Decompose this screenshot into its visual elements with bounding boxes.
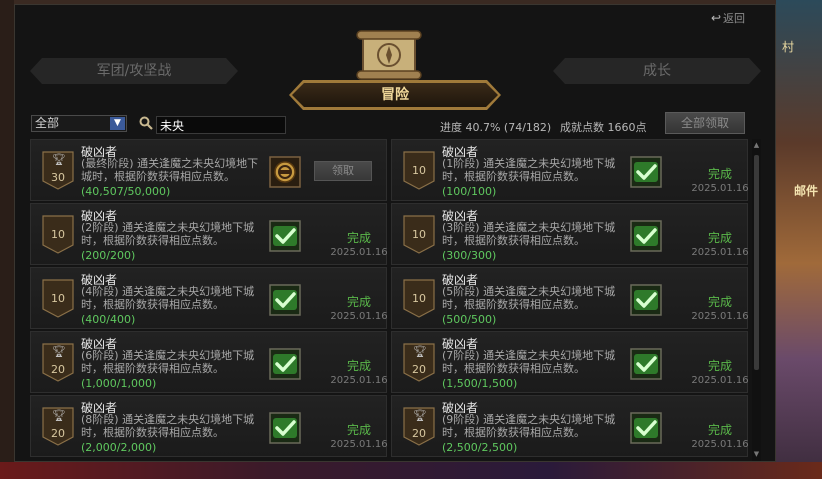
tab-legion[interactable]: 军团/攻坚战	[30, 58, 238, 84]
achievement-description: (4阶段) 通关逢魔之未央幻境地下城时，根据阶数获得相应点数。	[81, 285, 255, 311]
tab-adventure[interactable]: 冒险	[289, 80, 501, 110]
check-reward-icon	[630, 156, 662, 188]
claim-all-button[interactable]: 全部领取	[665, 112, 745, 134]
achievement-points-badge	[42, 279, 74, 318]
completed-date: 2025.01.16	[691, 183, 749, 194]
village-label: 村	[782, 40, 795, 54]
completed-status: 完成	[707, 167, 732, 181]
achievement-card: 10 破凶者 (2阶段) 通关逢魔之未央幻境地下城时，根据阶数获得相应点数。 (200…	[30, 203, 388, 265]
check-reward-icon	[630, 220, 662, 252]
achievement-card: 🏆︎ 20 破凶者 (7阶段) 通关逢魔之未央幻境地下城时，根据阶数获得相应点数。 (1…	[391, 331, 749, 393]
completed-date: 2025.01.16	[691, 247, 749, 258]
achievement-points-badge	[42, 215, 74, 254]
completed-date: 2025.01.16	[691, 311, 749, 322]
achievement-points-badge	[403, 215, 435, 254]
check-reward-icon	[269, 412, 301, 444]
game-hud-bottom	[0, 462, 822, 479]
completed-date: 2025.01.16	[691, 375, 749, 386]
achievement-card: 🏆︎ 20 破凶者 (6阶段) 通关逢魔之未央幻境地下城时，根据阶数获得相应点数。 (1…	[30, 331, 388, 393]
category-select-value: 全部	[35, 116, 60, 130]
claim-button[interactable]: 领取	[314, 161, 372, 181]
achievement-progress: (2,500/2,500)	[442, 441, 518, 454]
completed-status: 完成	[707, 423, 732, 437]
completed-status: 完成	[707, 295, 732, 309]
completed-status: 完成	[707, 359, 732, 373]
achievement-points-badge	[403, 343, 435, 382]
achievement-description: (5阶段) 通关逢魔之未央幻境地下城时，根据阶数获得相应点数。	[442, 285, 616, 311]
achievement-description: (最终阶段) 通关逢魔之未央幻境地下城时，根据阶数获得相应点数。	[81, 157, 259, 183]
completed-date: 2025.01.16	[330, 375, 388, 386]
achievement-description: (2阶段) 通关逢魔之未央幻境地下城时，根据阶数获得相应点数。	[81, 221, 255, 247]
achievement-points-badge	[42, 407, 74, 446]
achievement-card: 10 破凶者 (3阶段) 通关逢魔之未央幻境地下城时，根据阶数获得相应点数。 (300…	[391, 203, 749, 265]
achievement-progress: (200/200)	[81, 249, 136, 262]
scrollbar-thumb[interactable]	[754, 155, 759, 370]
completed-status: 完成	[346, 423, 371, 437]
achievement-description: (1阶段) 通关逢魔之未央幻境地下城时，根据阶数获得相应点数。	[442, 157, 616, 183]
tab-growth[interactable]: 成长	[553, 58, 761, 84]
achievement-progress: (100/100)	[442, 185, 497, 198]
scroll-up-arrow-icon[interactable]: ▲	[752, 141, 761, 150]
achievement-list: 🏆︎ 30 破凶者 (最终阶段) 通关逢魔之未央幻境地下城时，根据阶数获得相应点数。(…	[30, 139, 750, 461]
mail-label[interactable]: 邮件	[794, 182, 818, 199]
completed-status: 完成	[346, 295, 371, 309]
check-reward-icon	[630, 412, 662, 444]
achievement-points-badge	[403, 279, 435, 318]
scroll-down-arrow-icon[interactable]: ▼	[752, 450, 761, 459]
achievement-progress: (400/400)	[81, 313, 136, 326]
achievement-progress: (1,500/1,500)	[442, 377, 518, 390]
scroll-compass-emblem	[356, 30, 422, 80]
achievement-card: 🏆︎ 20 破凶者 (9阶段) 通关逢魔之未央幻境地下城时，根据阶数获得相应点数。 (2…	[391, 395, 749, 457]
achievement-description: (3阶段) 通关逢魔之未央幻境地下城时，根据阶数获得相应点数。	[442, 221, 616, 247]
achievement-card: 🏆︎ 30 破凶者 (最终阶段) 通关逢魔之未央幻境地下城时，根据阶数获得相应点数。(…	[30, 139, 387, 201]
achievement-card: 🏆︎ 20 破凶者 (8阶段) 通关逢魔之未央幻境地下城时，根据阶数获得相应点数。 (2…	[30, 395, 388, 457]
check-reward-icon	[630, 284, 662, 316]
achievement-progress: (1,000/1,000)	[81, 377, 157, 390]
completed-date: 2025.01.16	[330, 311, 388, 322]
reward-medal-icon[interactable]	[269, 156, 301, 188]
completed-date: 2025.01.16	[330, 439, 388, 450]
achievement-card: 10 破凶者 (4阶段) 通关逢魔之未央幻境地下城时，根据阶数获得相应点数。 (400…	[30, 267, 388, 329]
achievement-points-badge	[42, 151, 74, 190]
completed-status: 完成	[346, 359, 371, 373]
check-reward-icon	[269, 284, 301, 316]
game-background-left	[0, 0, 14, 479]
achievement-card: 10 破凶者 (1阶段) 通关逢魔之未央幻境地下城时，根据阶数获得相应点数。 (100…	[391, 139, 749, 201]
completed-date: 2025.01.16	[330, 247, 388, 258]
progress-label: 进度 40.7% (74/182)	[440, 121, 552, 134]
achievement-description: (6阶段) 通关逢魔之未央幻境地下城时，根据阶数获得相应点数。	[81, 349, 255, 375]
check-reward-icon	[630, 348, 662, 380]
achievement-points-label: 成就点数 1660点	[560, 121, 647, 134]
completed-date: 2025.01.16	[691, 439, 749, 450]
tab-adventure-label: 冒险	[292, 83, 498, 107]
search-icon	[139, 116, 153, 130]
search-input[interactable]	[156, 116, 286, 134]
achievement-progress: (40,507/50,000)	[81, 185, 171, 198]
achievement-description: (7阶段) 通关逢魔之未央幻境地下城时，根据阶数获得相应点数。	[442, 349, 616, 375]
achievement-progress: (2,000/2,000)	[81, 441, 157, 454]
achievement-window: ↩返回 军团/攻坚战 成长 冒险 全部 ▼ 进度 40.7% (74/182) …	[14, 4, 776, 462]
achievement-description: (8阶段) 通关逢魔之未央幻境地下城时，根据阶数获得相应点数。	[81, 413, 255, 439]
back-button[interactable]: ↩ 返回	[711, 10, 745, 26]
completed-status: 完成	[346, 231, 371, 245]
check-reward-icon	[269, 220, 301, 252]
achievement-points-badge	[403, 151, 435, 190]
game-background-right: 村 邮件	[776, 0, 822, 479]
completed-status: 完成	[707, 231, 732, 245]
category-select[interactable]: 全部 ▼	[31, 115, 127, 132]
back-label: 返回	[723, 12, 745, 25]
return-icon: ↩	[710, 11, 721, 25]
check-reward-icon	[269, 348, 301, 380]
achievement-progress: (500/500)	[442, 313, 497, 326]
achievement-card: 10 破凶者 (5阶段) 通关逢魔之未央幻境地下城时，根据阶数获得相应点数。 (500…	[391, 267, 749, 329]
chevron-down-icon[interactable]: ▼	[110, 117, 125, 130]
achievement-points-badge	[42, 343, 74, 382]
achievement-description: (9阶段) 通关逢魔之未央幻境地下城时，根据阶数获得相应点数。	[442, 413, 616, 439]
achievement-points-badge	[403, 407, 435, 446]
achievement-progress: (300/300)	[442, 249, 497, 262]
